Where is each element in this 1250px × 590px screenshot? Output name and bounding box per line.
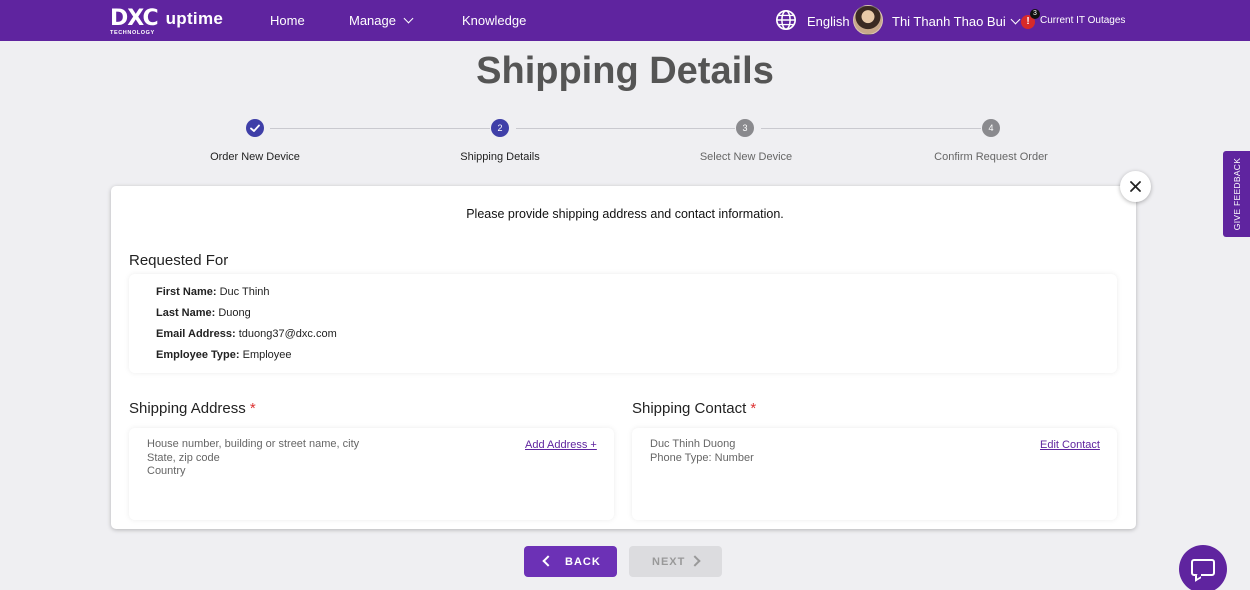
last-name-row: Last Name: Duong (156, 307, 251, 319)
outage-alert-icon[interactable]: ! 3 (1021, 9, 1040, 31)
first-name-row: First Name: Duc Thinh (156, 286, 270, 298)
requested-for-title: Requested For (129, 252, 229, 269)
user-name: Thi Thanh Thao Bui (892, 14, 1006, 29)
first-name-value: Duc Thinh (219, 286, 270, 298)
close-button[interactable] (1120, 171, 1151, 202)
address-placeholder: House number, building or street name, c… (147, 438, 359, 479)
page-title: Shipping Details (476, 50, 774, 92)
step-2-label: Shipping Details (460, 151, 540, 163)
logo-technology-text: TECHNOLOGY (110, 30, 155, 36)
address-line-2: State, zip code (147, 451, 220, 464)
avatar[interactable] (853, 5, 883, 35)
edit-contact-link[interactable]: Edit Contact (1040, 439, 1100, 451)
email-label: Email Address: (156, 328, 236, 340)
give-feedback-label: GIVE FEEDBACK (1231, 157, 1242, 231)
required-mark: * (750, 400, 757, 417)
shipping-contact-title-text: Shipping Contact (632, 400, 747, 417)
logo-uptime-text: uptime (165, 9, 224, 28)
language-selector[interactable]: English (807, 14, 850, 29)
shipping-address-title: Shipping Address * (129, 400, 256, 417)
nav-knowledge-link[interactable]: Knowledge (462, 13, 526, 28)
give-feedback-tab[interactable]: GIVE FEEDBACK (1223, 151, 1250, 237)
step-connector (516, 128, 735, 129)
next-button-label: NEXT (652, 556, 686, 568)
last-name-label: Last Name: (156, 307, 216, 319)
email-value: tduong37@dxc.com (238, 328, 337, 340)
globe-icon[interactable] (775, 9, 797, 31)
contact-phone-type: Phone Type: Number (650, 451, 754, 464)
step-3-circle: 3 (736, 119, 754, 137)
outage-count-badge: 3 (1030, 9, 1040, 19)
logo-dxc-text: DXC (110, 6, 159, 31)
check-icon (250, 124, 260, 132)
shipping-contact-title: Shipping Contact * (632, 400, 756, 417)
step-4-label: Confirm Request Order (934, 151, 1048, 163)
back-button[interactable]: BACK (524, 546, 617, 577)
address-line-1: House number, building or street name, c… (147, 438, 360, 450)
chevron-right-icon (689, 555, 701, 567)
last-name-value: Duong (218, 307, 251, 319)
contact-name: Duc Thinh Duong (650, 438, 736, 450)
shipping-address-title-text: Shipping Address (129, 400, 246, 417)
current-it-outages-link[interactable]: Current IT Outages (1040, 15, 1125, 26)
employee-type-row: Employee Type: Employee (156, 349, 292, 361)
card-intro-text: Please provide shipping address and cont… (466, 207, 784, 221)
contact-details: Duc Thinh Duong Phone Type: Number (650, 438, 754, 465)
step-3-label: Select New Device (699, 151, 793, 163)
nav-home-link[interactable]: Home (270, 13, 305, 28)
next-button[interactable]: NEXT (629, 546, 722, 577)
top-nav: DXC TECHNOLOGY uptime Home Manage Knowle… (0, 0, 1250, 41)
employee-type-value: Employee (242, 349, 292, 361)
chevron-down-icon (1010, 14, 1021, 25)
step-1-label: Order New Device (210, 151, 300, 163)
add-address-link[interactable]: Add Address + (525, 439, 597, 451)
step-2-circle: 2 (491, 119, 509, 137)
address-line-3: Country (147, 465, 186, 477)
step-connector (270, 128, 490, 129)
first-name-label: First Name: (156, 286, 217, 298)
chevron-down-icon (403, 13, 414, 24)
close-icon (1130, 181, 1141, 192)
step-4-circle: 4 (982, 119, 1000, 137)
step-connector (761, 128, 981, 129)
chat-button[interactable] (1179, 545, 1227, 590)
chevron-left-icon (542, 555, 554, 567)
email-row: Email Address: tduong37@dxc.com (156, 328, 337, 340)
step-1-circle (246, 119, 264, 137)
nav-manage-label: Manage (349, 13, 396, 28)
back-button-label: BACK (565, 556, 601, 568)
required-mark: * (249, 400, 256, 417)
dxc-uptime-logo[interactable]: DXC TECHNOLOGY uptime (110, 6, 224, 37)
employee-type-label: Employee Type: (156, 349, 240, 361)
nav-manage-menu[interactable]: Manage (349, 13, 414, 28)
user-menu[interactable]: Thi Thanh Thao Bui (892, 14, 1021, 29)
